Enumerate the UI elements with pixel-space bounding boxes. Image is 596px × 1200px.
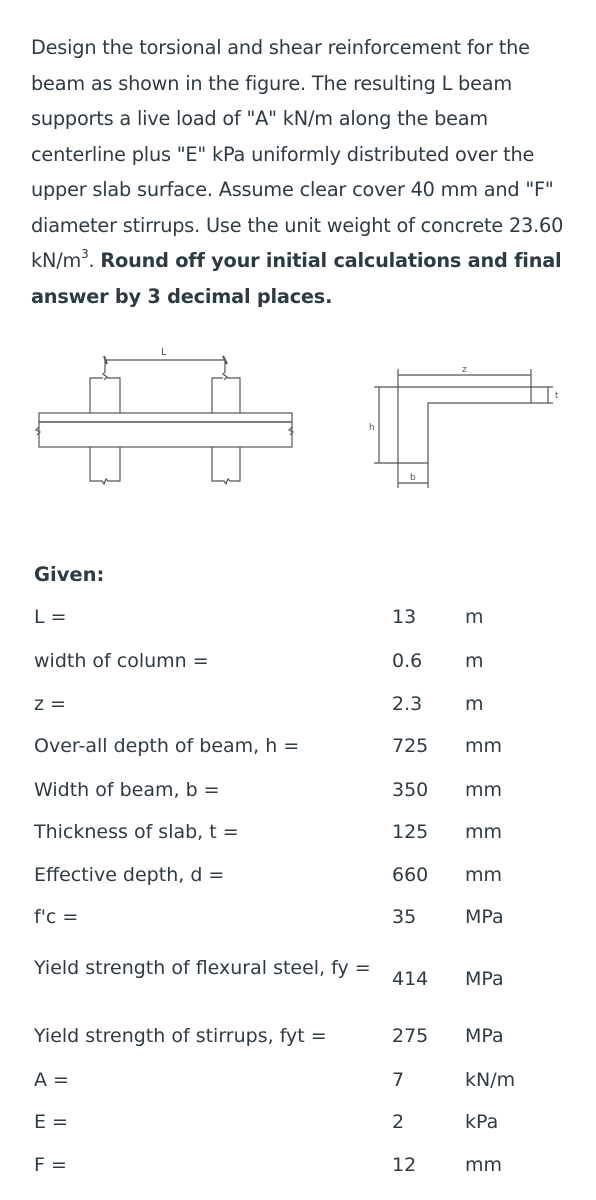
given-label: width of column = bbox=[34, 650, 209, 672]
given-heading: Given: bbox=[34, 563, 105, 586]
given-unit: kN/m bbox=[465, 1069, 516, 1091]
given-unit: mm bbox=[465, 735, 503, 757]
given-value: 13 bbox=[392, 606, 417, 628]
given-unit: mm bbox=[465, 864, 503, 886]
problem-text: Design the torsional and shear reinforce… bbox=[31, 36, 564, 272]
beam-figure: L z h b t bbox=[34, 347, 559, 488]
t-label: t bbox=[555, 391, 559, 401]
given-value: 2 bbox=[392, 1111, 405, 1133]
rounding-instruction: Round off your initial calculations and … bbox=[31, 249, 562, 308]
given-value: 0.6 bbox=[392, 650, 423, 672]
z-label: z bbox=[462, 365, 467, 375]
given-unit: mm bbox=[465, 821, 503, 843]
given-unit: MPa bbox=[465, 906, 504, 928]
given-unit: mm bbox=[465, 779, 503, 801]
right-lower-column bbox=[211, 447, 241, 486]
given-unit: m bbox=[465, 650, 484, 672]
given-value: 414 bbox=[392, 968, 429, 990]
elevation-view bbox=[34, 355, 295, 486]
given-value: 125 bbox=[392, 821, 429, 843]
l-section-outline bbox=[397, 386, 532, 464]
given-value: 7 bbox=[392, 1069, 405, 1091]
superscript-3: 3 bbox=[81, 246, 89, 261]
given-label: Thickness of slab, t = bbox=[34, 821, 239, 843]
given-value: 2.3 bbox=[392, 693, 423, 715]
given-value: 12 bbox=[392, 1154, 417, 1176]
given-label: Yield strength of stirrups, fyt = bbox=[34, 1025, 327, 1047]
given-unit: MPa bbox=[465, 1025, 504, 1047]
given-label: f'c = bbox=[34, 906, 79, 928]
given-unit: MPa bbox=[465, 968, 504, 990]
given-label: E = bbox=[34, 1111, 68, 1133]
problem-text-after-sup: . bbox=[88, 249, 101, 272]
left-lower-column bbox=[89, 447, 121, 486]
given-unit: m bbox=[465, 693, 484, 715]
left-upper-column bbox=[89, 377, 121, 413]
given-label: Width of beam, b = bbox=[34, 779, 220, 801]
given-unit: kPa bbox=[465, 1111, 499, 1133]
given-value: 660 bbox=[392, 864, 429, 886]
given-label: Over-all depth of beam, h = bbox=[34, 735, 300, 757]
given-label: F = bbox=[34, 1154, 67, 1176]
right-upper-column bbox=[211, 377, 241, 413]
span-label: L bbox=[161, 347, 167, 358]
given-label: A = bbox=[34, 1069, 69, 1091]
beam-slab bbox=[38, 412, 293, 448]
h-label: h bbox=[369, 423, 375, 433]
given-unit: m bbox=[465, 606, 484, 628]
problem-statement: Design the torsional and shear reinforce… bbox=[31, 30, 571, 314]
given-value: 275 bbox=[392, 1025, 429, 1047]
given-label: z = bbox=[34, 693, 66, 715]
given-unit: mm bbox=[465, 1154, 503, 1176]
given-value: 725 bbox=[392, 735, 429, 757]
given-label: Yield strength of flexural steel, fy = bbox=[34, 957, 371, 979]
given-value: 350 bbox=[392, 779, 429, 801]
given-label: L = bbox=[34, 606, 67, 628]
given-value: 35 bbox=[392, 906, 417, 928]
section-view bbox=[374, 369, 553, 488]
given-label: Effective depth, d = bbox=[34, 864, 225, 886]
b-label: b bbox=[410, 473, 416, 483]
